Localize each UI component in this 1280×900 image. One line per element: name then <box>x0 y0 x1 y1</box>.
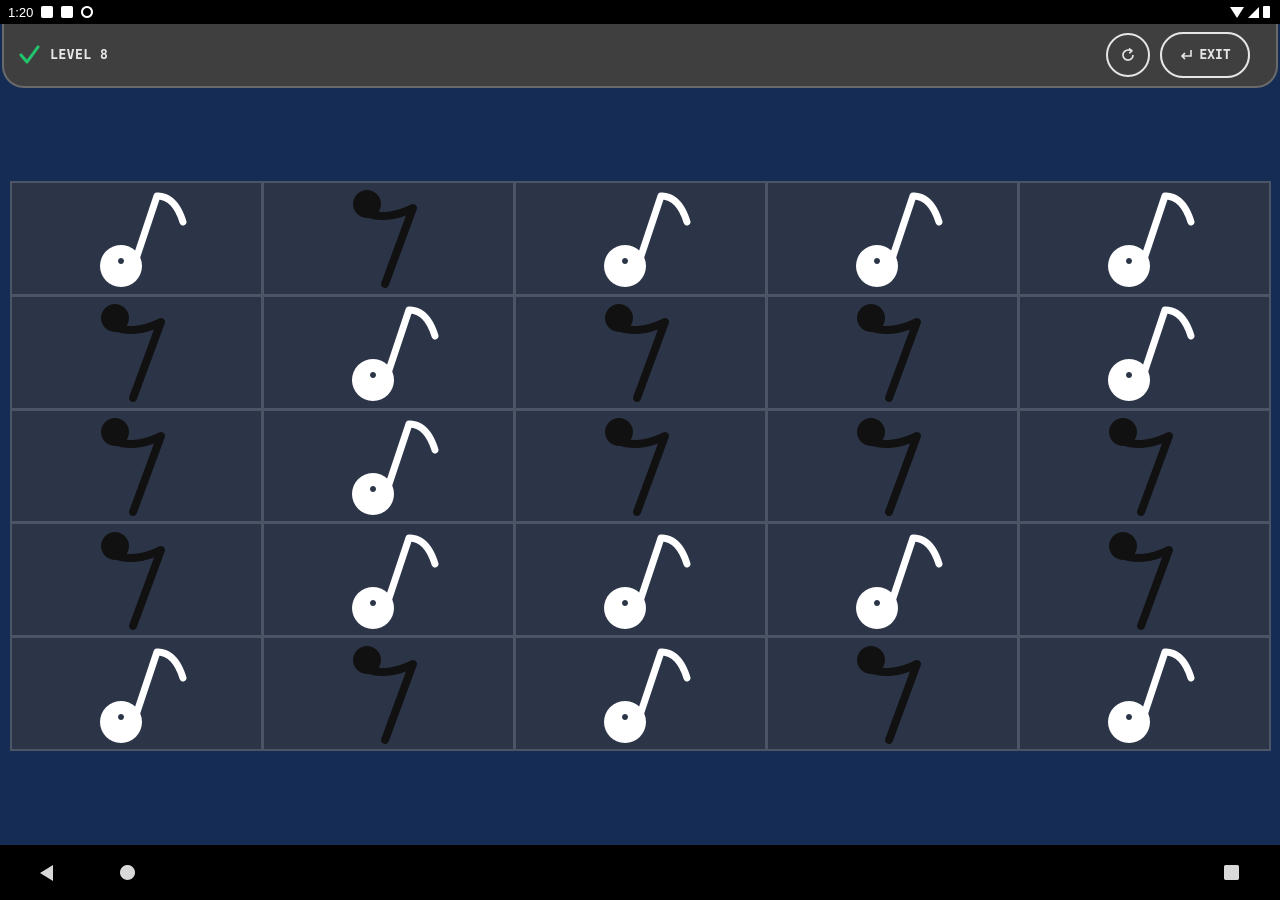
eighth-note-icon <box>351 306 438 402</box>
eighth-note-icon <box>855 534 942 629</box>
tile-r2-c4[interactable] <box>768 296 1017 408</box>
status-right <box>1230 6 1270 18</box>
eighth-rest-icon <box>604 417 669 516</box>
recents-icon[interactable] <box>1224 865 1239 880</box>
tile-r3-c4[interactable] <box>768 410 1017 522</box>
eighth-note-icon <box>603 192 690 288</box>
notification-icon <box>41 6 54 18</box>
eighth-rest-icon <box>100 531 165 630</box>
eighth-rest-icon <box>352 645 417 744</box>
tile-r1-c5[interactable] <box>1020 183 1269 294</box>
eighth-note-icon <box>351 420 438 515</box>
eighth-note-icon <box>1107 192 1194 288</box>
restart-button[interactable] <box>1106 33 1150 77</box>
game-board <box>10 181 1271 751</box>
navigation-bar <box>0 845 1280 900</box>
eighth-note-icon <box>1107 648 1194 743</box>
eighth-rest-icon <box>856 417 921 516</box>
eighth-rest-icon <box>100 417 165 516</box>
eighth-rest-icon <box>352 190 417 289</box>
eighth-rest-icon <box>1108 417 1173 516</box>
refresh-icon <box>1122 47 1134 61</box>
tile-r3-c1[interactable] <box>12 410 261 522</box>
level-indicator: LEVEL 8 <box>18 44 108 66</box>
tile-r1-c1[interactable] <box>12 183 261 294</box>
tile-r2-c3[interactable] <box>516 296 765 408</box>
eighth-note-icon <box>603 648 690 743</box>
tile-r2-c2[interactable] <box>264 296 513 408</box>
tile-r4-c1[interactable] <box>12 524 261 636</box>
tile-r5-c5[interactable] <box>1020 638 1269 749</box>
tile-r1-c2[interactable] <box>264 183 513 294</box>
tile-r3-c3[interactable] <box>516 410 765 522</box>
eighth-note-icon <box>603 534 690 629</box>
cell-signal-icon <box>1248 6 1259 18</box>
status-bar: 1:20 <box>0 0 1280 24</box>
sync-icon <box>81 6 94 18</box>
eighth-rest-icon <box>1108 531 1173 630</box>
eighth-rest-icon <box>100 304 165 403</box>
tile-r5-c1[interactable] <box>12 638 261 749</box>
tile-r5-c3[interactable] <box>516 638 765 749</box>
tile-r5-c2[interactable] <box>264 638 513 749</box>
tile-r5-c4[interactable] <box>768 638 1017 749</box>
header-buttons: EXIT <box>1106 32 1250 78</box>
exit-arrow-icon <box>1181 50 1193 60</box>
tile-r3-c5[interactable] <box>1020 410 1269 522</box>
sim-card-icon <box>61 6 74 18</box>
tile-r1-c4[interactable] <box>768 183 1017 294</box>
battery-icon <box>1263 6 1270 18</box>
eighth-rest-icon <box>604 304 669 403</box>
game-header: LEVEL 8 EXIT <box>2 24 1278 88</box>
eighth-note-icon <box>351 534 438 629</box>
exit-label: EXIT <box>1199 47 1231 63</box>
tile-r4-c2[interactable] <box>264 524 513 636</box>
check-icon <box>19 45 40 64</box>
tile-r4-c4[interactable] <box>768 524 1017 636</box>
tile-r4-c3[interactable] <box>516 524 765 636</box>
status-time: 1:20 <box>8 4 34 20</box>
back-icon[interactable] <box>40 865 53 881</box>
eighth-note-icon <box>855 192 942 288</box>
tile-r2-c5[interactable] <box>1020 296 1269 408</box>
eighth-note-icon <box>1107 306 1194 402</box>
eighth-note-icon <box>99 648 186 743</box>
exit-button[interactable]: EXIT <box>1160 32 1250 78</box>
tile-r3-c2[interactable] <box>264 410 513 522</box>
wifi-icon <box>1230 6 1244 18</box>
eighth-note-icon <box>99 192 186 288</box>
tile-r1-c3[interactable] <box>516 183 765 294</box>
tile-r4-c5[interactable] <box>1020 524 1269 636</box>
home-icon[interactable] <box>120 865 135 880</box>
status-left: 1:20 <box>8 4 94 20</box>
eighth-rest-icon <box>856 645 921 744</box>
tile-r2-c1[interactable] <box>12 296 261 408</box>
eighth-rest-icon <box>856 304 921 403</box>
level-label: LEVEL 8 <box>50 47 109 63</box>
